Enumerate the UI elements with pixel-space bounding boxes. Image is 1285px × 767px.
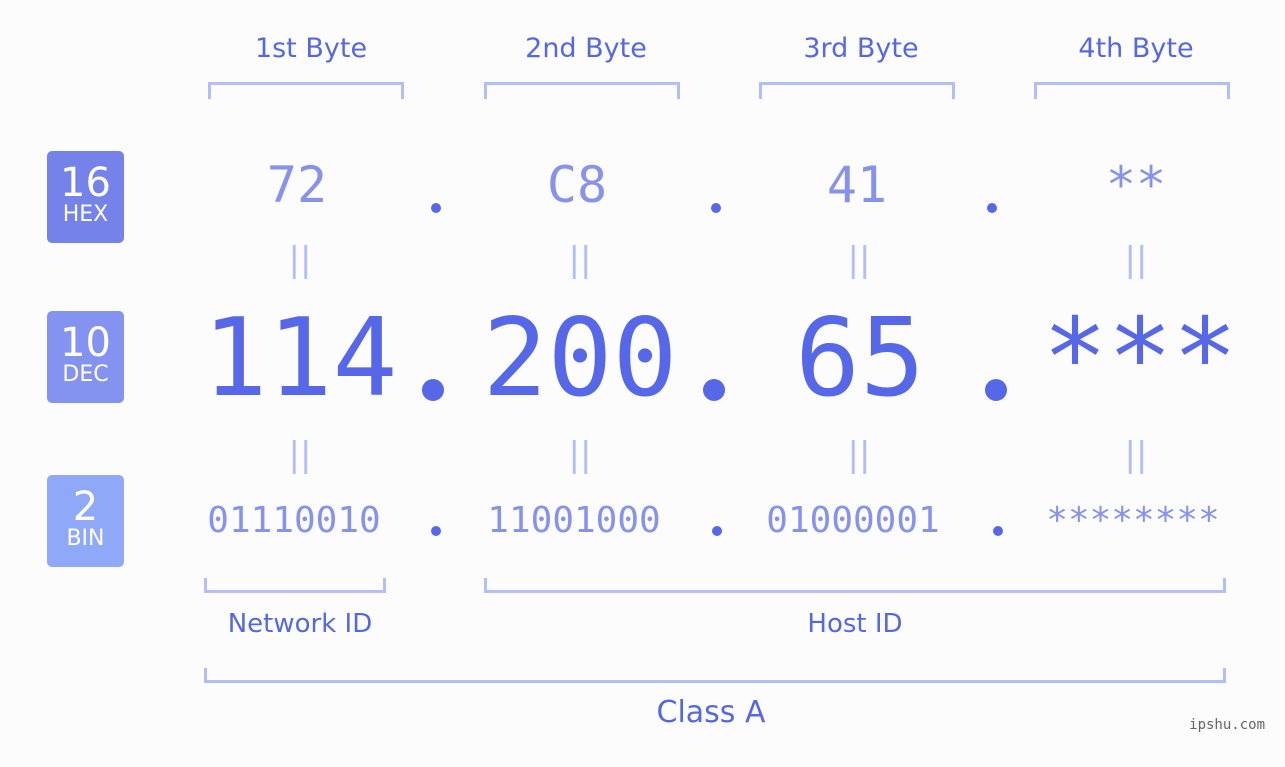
bin-byte-1: 01110010: [207, 500, 381, 541]
hex-badge-unit: HEX: [62, 202, 109, 227]
dec-byte-4: ***: [1042, 296, 1238, 421]
bin-byte-4: ********: [1046, 500, 1220, 541]
bin-badge-unit: BIN: [66, 526, 105, 551]
byte-bracket-2: [484, 82, 680, 99]
bin-dot-2: [712, 526, 722, 536]
equals-icon: ||: [288, 240, 312, 280]
equals-icon: ||: [1124, 240, 1148, 280]
hex-dot-2: [711, 203, 721, 213]
equals-icon: ||: [568, 240, 592, 280]
dec-badge-unit: DEC: [62, 362, 109, 387]
byte-bracket-3: [759, 82, 955, 99]
dec-byte-3: 65: [794, 296, 926, 421]
hex-dot-3: [987, 203, 997, 213]
bin-badge-base: 2: [72, 484, 99, 530]
dec-byte-2: 200: [482, 296, 678, 421]
hex-badge: 16 HEX: [47, 151, 124, 243]
dec-byte-1: 114: [202, 296, 398, 421]
bin-byte-3: 01000001: [766, 500, 940, 541]
equals-icon: ||: [847, 435, 871, 475]
dec-badge-base: 10: [60, 320, 111, 366]
dec-dot-2: [703, 379, 725, 401]
byte-header-1: 1st Byte: [254, 33, 368, 64]
hex-byte-4: **: [1105, 156, 1167, 214]
hex-dot-1: [431, 203, 441, 213]
host-id-bracket: [484, 578, 1226, 593]
equals-icon: ||: [288, 435, 312, 475]
equals-icon: ||: [568, 435, 592, 475]
hex-byte-1: 72: [266, 156, 328, 214]
bin-dot-1: [431, 526, 441, 536]
watermark: ipshu.com: [1189, 717, 1265, 733]
dec-dot-3: [985, 379, 1007, 401]
dec-badge: 10 DEC: [47, 311, 124, 403]
hex-byte-3: 41: [826, 156, 888, 214]
byte-header-4: 4th Byte: [1078, 33, 1194, 64]
network-id-label: Network ID: [227, 609, 373, 639]
byte-header-2: 2nd Byte: [525, 33, 647, 64]
byte-bracket-4: [1034, 82, 1230, 99]
bin-byte-2: 11001000: [487, 500, 661, 541]
byte-bracket-1: [208, 82, 404, 99]
bin-dot-3: [993, 526, 1003, 536]
byte-header-3: 3rd Byte: [803, 33, 919, 64]
class-label: Class A: [656, 695, 766, 730]
equals-icon: ||: [1124, 435, 1148, 475]
network-id-bracket: [204, 578, 386, 593]
bin-badge: 2 BIN: [47, 475, 124, 567]
equals-icon: ||: [847, 240, 871, 280]
dec-dot-1: [422, 379, 444, 401]
hex-badge-base: 16: [60, 160, 111, 206]
hex-byte-2: C8: [546, 156, 608, 214]
class-bracket: [204, 668, 1226, 683]
host-id-label: Host ID: [807, 609, 903, 639]
